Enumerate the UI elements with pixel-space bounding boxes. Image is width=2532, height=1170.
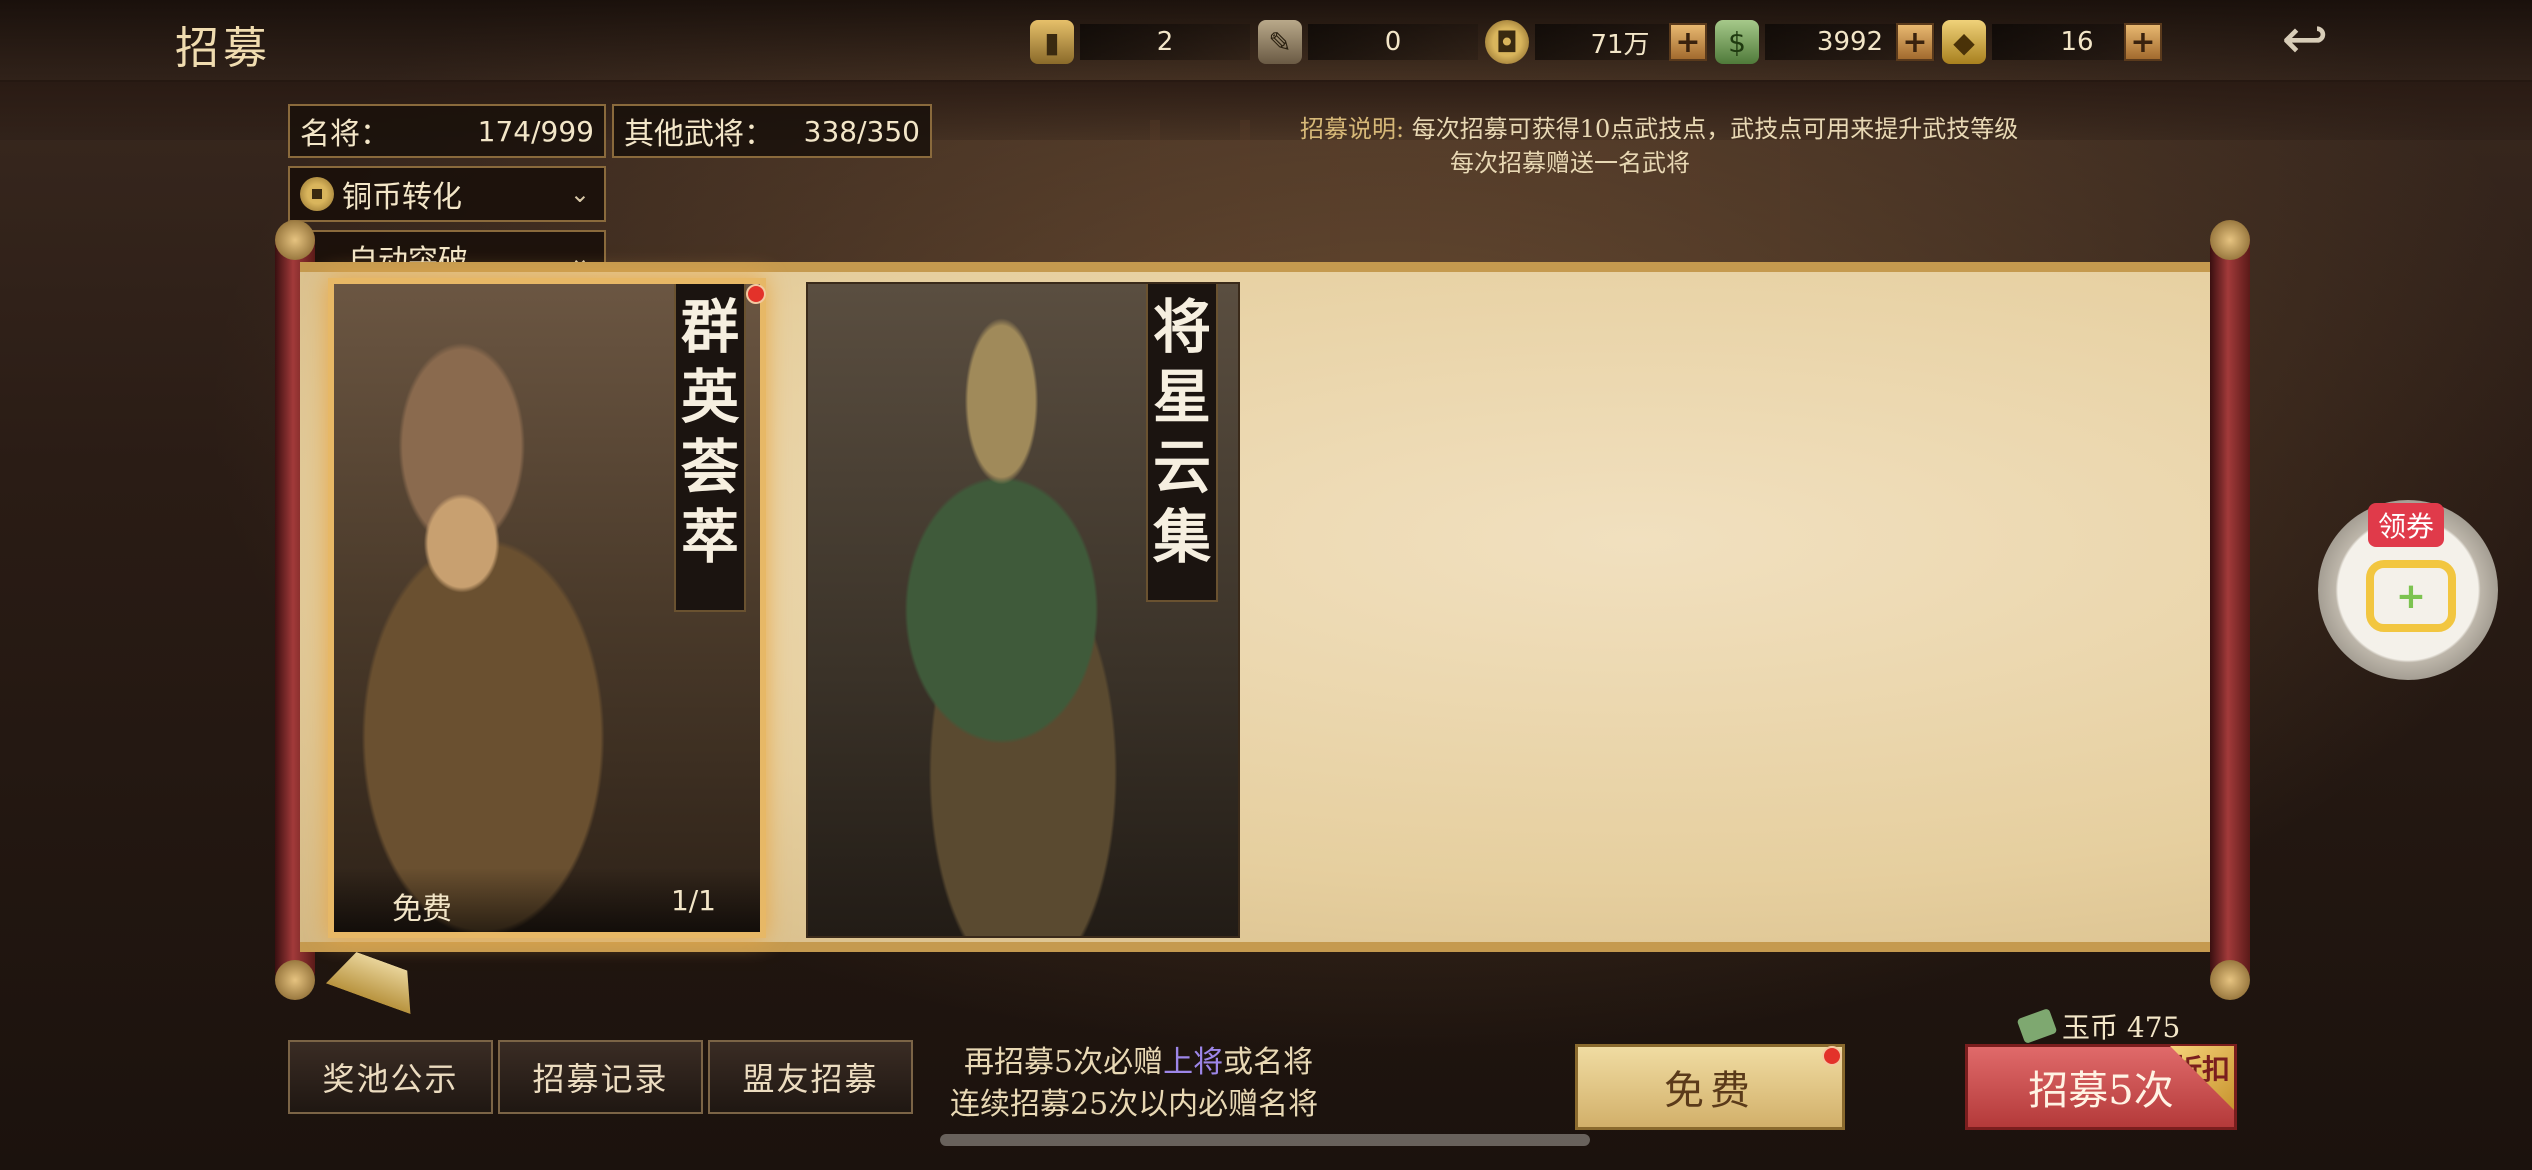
rod-cap — [2210, 960, 2250, 1000]
rod-cap — [275, 960, 315, 1000]
promo-line2: 连续招募25次以内必赠名将 — [950, 1087, 1319, 1122]
card-banner: 将 星 云 集 — [1146, 284, 1218, 602]
promo-text: 或名将 — [1223, 1045, 1314, 1080]
free-count: 1/1 — [670, 884, 716, 917]
notification-dot — [746, 284, 766, 304]
jade-coin-icon — [2016, 1007, 2058, 1045]
banner-char: 群 — [680, 293, 739, 361]
other-general-count: 其他武将： 338/350 — [612, 104, 932, 158]
jade-coin-icon: $ — [1715, 20, 1759, 64]
promo-text: 再招募5次必赠 — [964, 1045, 1164, 1080]
back-icon[interactable]: ↩ — [2255, 7, 2355, 72]
banner-char: 集 — [1152, 503, 1211, 571]
famous-general-count: 名将： 174/999 — [288, 104, 606, 158]
copper-coin-icon — [300, 177, 334, 211]
resource-value: 2 — [1080, 24, 1250, 60]
description-line2: 每次招募赠送一名武将 — [1450, 149, 1690, 177]
resource-scroll-order: ✎ 0 — [1258, 18, 1478, 66]
resource-value: 0 — [1308, 24, 1478, 60]
scroll-rod-right — [2210, 230, 2250, 980]
gold-ingot-icon: ◆ — [1942, 20, 1986, 64]
chevron-down-icon: ⌄ — [569, 180, 590, 208]
free-recruit-button[interactable]: 免费 — [1575, 1044, 1845, 1130]
promo-highlight: 上将 — [1163, 1045, 1224, 1080]
add-copper-button[interactable]: + — [1669, 23, 1707, 61]
rod-cap — [275, 220, 315, 260]
add-gold-button[interactable]: + — [2124, 23, 2162, 61]
jade-balance: 玉币 475 — [2016, 1006, 2181, 1046]
gamepad-icon: + — [2366, 560, 2456, 632]
famous-label: 名将： — [300, 117, 390, 152]
rod-cap — [2210, 220, 2250, 260]
banner-char: 荟 — [680, 433, 739, 501]
resource-add-gold: + — [2118, 18, 2162, 66]
recruit-description: 招募说明: 每次招募可获得10点武技点，武技点可用来提升武技等级 每次招募赠送一… — [1300, 112, 2018, 180]
add-jade-button[interactable]: + — [1896, 23, 1934, 61]
notification-dot — [1822, 1046, 1842, 1066]
banner-char: 英 — [680, 363, 739, 431]
scrollbar[interactable] — [940, 1134, 1590, 1146]
prize-pool-button[interactable]: 奖池公示 — [288, 1040, 493, 1114]
card-banner: 群 英 荟 萃 — [674, 284, 746, 612]
coin-convert-dropdown[interactable]: 铜币转化 ⌄ — [288, 166, 606, 222]
banner-char: 云 — [1152, 433, 1211, 501]
jade-balance-label: 玉币 475 — [2062, 1011, 2181, 1044]
description-line1: 每次招募可获得10点武技点，武技点可用来提升武技等级 — [1411, 115, 2019, 143]
recruit-card-general[interactable]: 将 星 云 集 — [806, 282, 1240, 938]
ally-recruit-button[interactable]: 盟友招募 — [708, 1040, 913, 1114]
recruit-promo: 再招募5次必赠上将或名将 连续招募25次以内必赠名将 — [950, 1042, 1318, 1126]
coupon-label: 领券 — [2368, 503, 2445, 547]
banner-char: 星 — [1152, 363, 1211, 431]
card-footer: 免费 1/1 — [334, 868, 760, 932]
scroll-order-icon: ✎ — [1258, 20, 1302, 64]
copper-coin-icon: ◘ — [1485, 20, 1529, 64]
other-label: 其他武将： — [624, 117, 774, 152]
coin-convert-label: 铜币转化 — [342, 180, 462, 215]
banner-char: 将 — [1152, 293, 1211, 361]
other-value: 338/350 — [803, 114, 920, 148]
recruit-token-icon: ▮ — [1030, 20, 1074, 64]
page-title: 招募 — [175, 23, 271, 74]
recruit-card-elite[interactable]: 群 英 荟 萃 免费 1/1 — [328, 278, 766, 938]
recruit-record-button[interactable]: 招募记录 — [498, 1040, 703, 1114]
resource-recruit-token: ▮ 2 — [1030, 18, 1250, 66]
free-label: 免费 — [392, 892, 452, 927]
description-label: 招募说明: — [1300, 115, 1405, 143]
resource-add-jade: + — [1890, 18, 1934, 66]
resource-add-copper: + — [1663, 18, 1707, 66]
banner-char: 萃 — [680, 503, 739, 571]
famous-value: 174/999 — [477, 114, 594, 148]
